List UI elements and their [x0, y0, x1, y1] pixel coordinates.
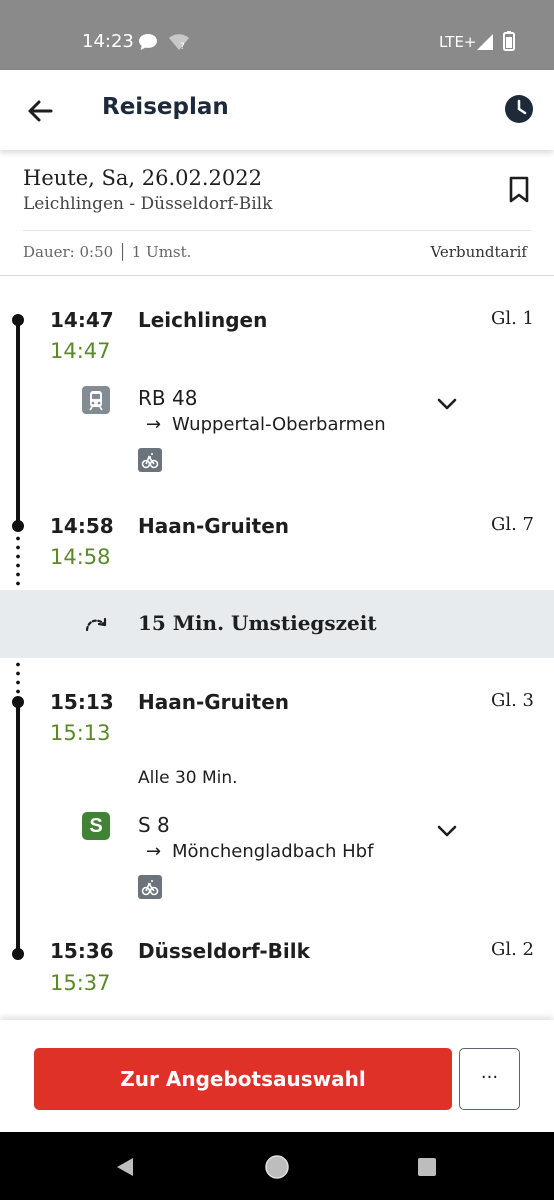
offer-selection-button[interactable]: Zur Angebotsauswahl [34, 1048, 452, 1110]
train-direction: → Mönchengladbach Hbf [146, 841, 373, 862]
journey-date: Heute, Sa, 26.02.2022 [23, 166, 262, 190]
battery-icon [503, 31, 515, 51]
train-direction-label: Wuppertal-Oberbarmen [172, 414, 386, 435]
nav-home-icon[interactable] [264, 1154, 290, 1180]
timeline-stop-dot [12, 314, 24, 326]
timeline-stop-dot [12, 520, 24, 532]
arrival-platform: Gl. 7 [490, 514, 534, 535]
chat-notification-icon [139, 34, 157, 50]
arrival-realtime: 15:37 [50, 971, 111, 995]
departure-platform: Gl. 1 [490, 308, 534, 329]
transfer-time-label: 15 Min. Umstiegszeit [138, 611, 377, 635]
departure-realtime: 15:13 [50, 721, 111, 745]
frequency-label: Alle 30 Min. [138, 768, 238, 788]
bookmark-icon[interactable] [508, 176, 530, 204]
tariff-label: Verbundtarif [430, 243, 527, 261]
transfer-icon [85, 617, 107, 632]
back-arrow-icon[interactable] [26, 97, 54, 125]
wifi-icon: ? [169, 34, 189, 51]
status-time: 14:23 [82, 31, 134, 52]
app-bar: Reiseplan [0, 70, 554, 150]
departure-time: 14:47 [50, 308, 114, 332]
arrival-platform: Gl. 2 [490, 939, 534, 960]
divider [23, 230, 531, 231]
arrival-realtime: 14:58 [50, 545, 111, 569]
svg-text:?: ? [180, 42, 185, 51]
timeline-stop-dot [12, 948, 24, 960]
train-name: RB 48 [138, 386, 198, 410]
status-bar: 14:23 ? LTE+ [0, 0, 554, 70]
sbahn-icon: S [82, 812, 110, 840]
train-direction: → Wuppertal-Oberbarmen [146, 414, 386, 435]
regional-train-icon [82, 386, 110, 414]
train-name: S 8 [138, 813, 170, 837]
arrow-right-icon: → [146, 841, 162, 862]
nav-recent-apps-icon[interactable] [416, 1156, 438, 1178]
arrival-time: 14:58 [50, 514, 114, 538]
arrival-time: 15:36 [50, 939, 114, 963]
bicycle-icon [138, 875, 162, 899]
page-title: Reiseplan [102, 94, 229, 120]
transfer-info: 15 Min. Umstiegszeit [0, 590, 554, 658]
chevron-down-icon[interactable] [436, 397, 458, 411]
footer-actions: Zur Angebotsauswahl ··· [0, 1020, 554, 1132]
nav-back-icon[interactable] [114, 1156, 136, 1178]
departure-platform: Gl. 3 [490, 690, 534, 711]
arrival-station[interactable]: Düsseldorf-Bilk [138, 939, 310, 963]
departure-time: 15:13 [50, 690, 114, 714]
departure-station[interactable]: Haan-Gruiten [138, 690, 289, 714]
arrow-right-icon: → [146, 414, 162, 435]
journey-summary: Heute, Sa, 26.02.2022 Leichlingen - Düss… [0, 150, 554, 276]
departure-station[interactable]: Leichlingen [138, 308, 267, 332]
train-direction-label: Mönchengladbach Hbf [172, 841, 374, 862]
network-type: LTE+ [439, 33, 477, 51]
journey-route: Leichlingen - Düsseldorf-Bilk [23, 194, 273, 214]
chevron-down-icon[interactable] [436, 824, 458, 838]
departure-realtime: 14:47 [50, 339, 111, 363]
journey-duration-transfers: Dauer: 0:50 │ 1 Umst. [23, 243, 192, 261]
bicycle-icon [138, 448, 162, 472]
timeline-segment-leg1 [16, 320, 20, 526]
arrival-station[interactable]: Haan-Gruiten [138, 514, 289, 538]
timeline-stop-dot [12, 696, 24, 708]
system-nav-bar [0, 1132, 554, 1200]
clock-icon[interactable] [504, 94, 534, 124]
signal-icon [477, 34, 493, 50]
timeline-segment-leg2 [16, 702, 20, 954]
more-options-button[interactable]: ··· [459, 1048, 520, 1110]
